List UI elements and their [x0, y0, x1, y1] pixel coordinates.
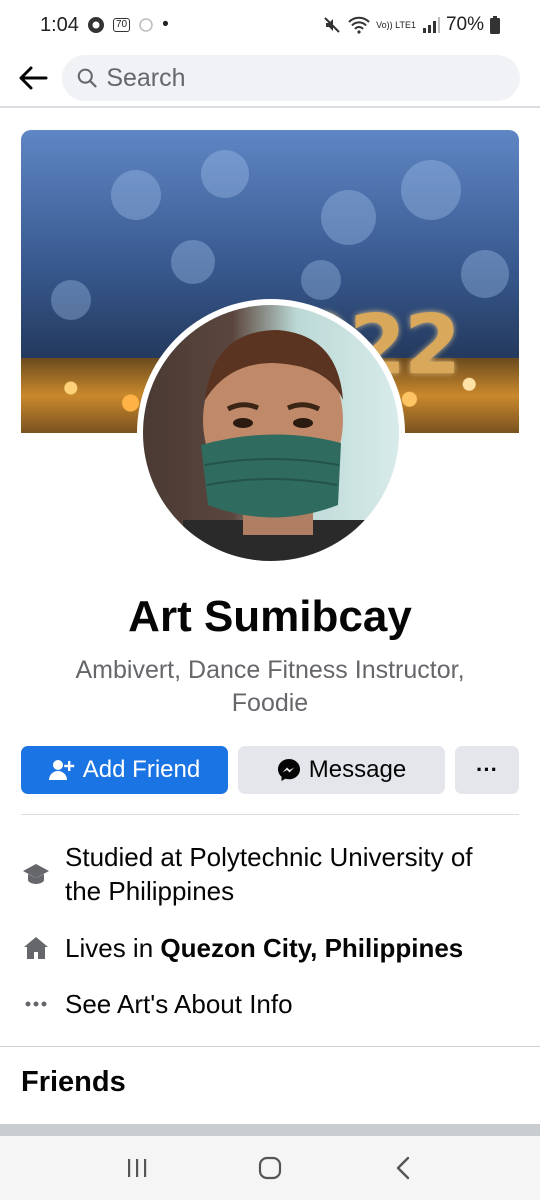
network-label: Vo)) LTE1	[376, 19, 416, 30]
search-header	[0, 50, 540, 108]
message-label: Message	[308, 756, 407, 783]
home-circle-icon	[258, 1156, 282, 1180]
battery-percent: 70%	[445, 14, 484, 35]
info-lives: Lives in Quezon City, Philippines	[21, 931, 519, 965]
profile-name: Art Sumibcay	[128, 592, 412, 641]
add-friend-button[interactable]: Add Friend	[21, 746, 228, 794]
profile-photo	[143, 305, 399, 561]
divider	[21, 814, 519, 815]
back-arrow-icon	[19, 66, 48, 90]
mute-icon	[322, 15, 342, 35]
search-box[interactable]	[62, 55, 520, 101]
add-friend-label: Add Friend	[82, 756, 201, 783]
dot-icon: •	[162, 14, 169, 35]
back-button[interactable]	[16, 61, 50, 95]
graduation-cap-icon	[21, 840, 51, 908]
wifi-icon	[348, 16, 370, 34]
section-separator	[0, 1046, 540, 1047]
message-button[interactable]: Message	[238, 746, 445, 794]
profile-bio: Ambivert, Dance Fitness Instructor, Food…	[75, 656, 465, 717]
chrome-icon	[87, 16, 105, 34]
studied-text: Studied at Polytechnic University of the…	[65, 842, 473, 906]
home-button[interactable]	[240, 1143, 300, 1193]
home-icon	[21, 931, 51, 965]
status-bar: 1:04 70 • Vo)) LTE1 70%	[0, 0, 540, 50]
recent-apps-button[interactable]	[107, 1143, 167, 1193]
more-dots-icon	[21, 987, 51, 1021]
profile-actions: Add Friend Message ···	[21, 746, 519, 794]
notification-badge: 70	[112, 18, 131, 32]
sync-icon	[138, 17, 154, 33]
signal-icon	[422, 17, 440, 33]
recent-apps-icon	[127, 1159, 146, 1177]
lives-place-link[interactable]: Quezon City, Philippines	[160, 933, 463, 963]
profile-avatar[interactable]	[137, 299, 405, 567]
chevron-left-icon	[397, 1156, 410, 1180]
search-icon	[77, 68, 97, 88]
lives-prefix: Lives in	[65, 933, 161, 963]
friends-section-title: Friends	[21, 1066, 126, 1098]
messenger-icon	[277, 759, 300, 781]
info-about-link[interactable]: See Art's About Info	[21, 987, 519, 1021]
system-navigation-bar	[0, 1136, 540, 1200]
section-gap	[0, 1124, 540, 1136]
nav-back-button[interactable]	[373, 1143, 433, 1193]
status-time: 1:04	[40, 13, 79, 36]
about-info-text: See Art's About Info	[65, 989, 293, 1019]
more-icon: ···	[476, 757, 498, 782]
info-studied: Studied at Polytechnic University of the…	[21, 840, 519, 908]
search-input[interactable]	[106, 63, 506, 93]
add-friend-icon	[48, 760, 74, 780]
more-options-button[interactable]: ···	[455, 746, 519, 794]
battery-icon	[490, 16, 500, 34]
